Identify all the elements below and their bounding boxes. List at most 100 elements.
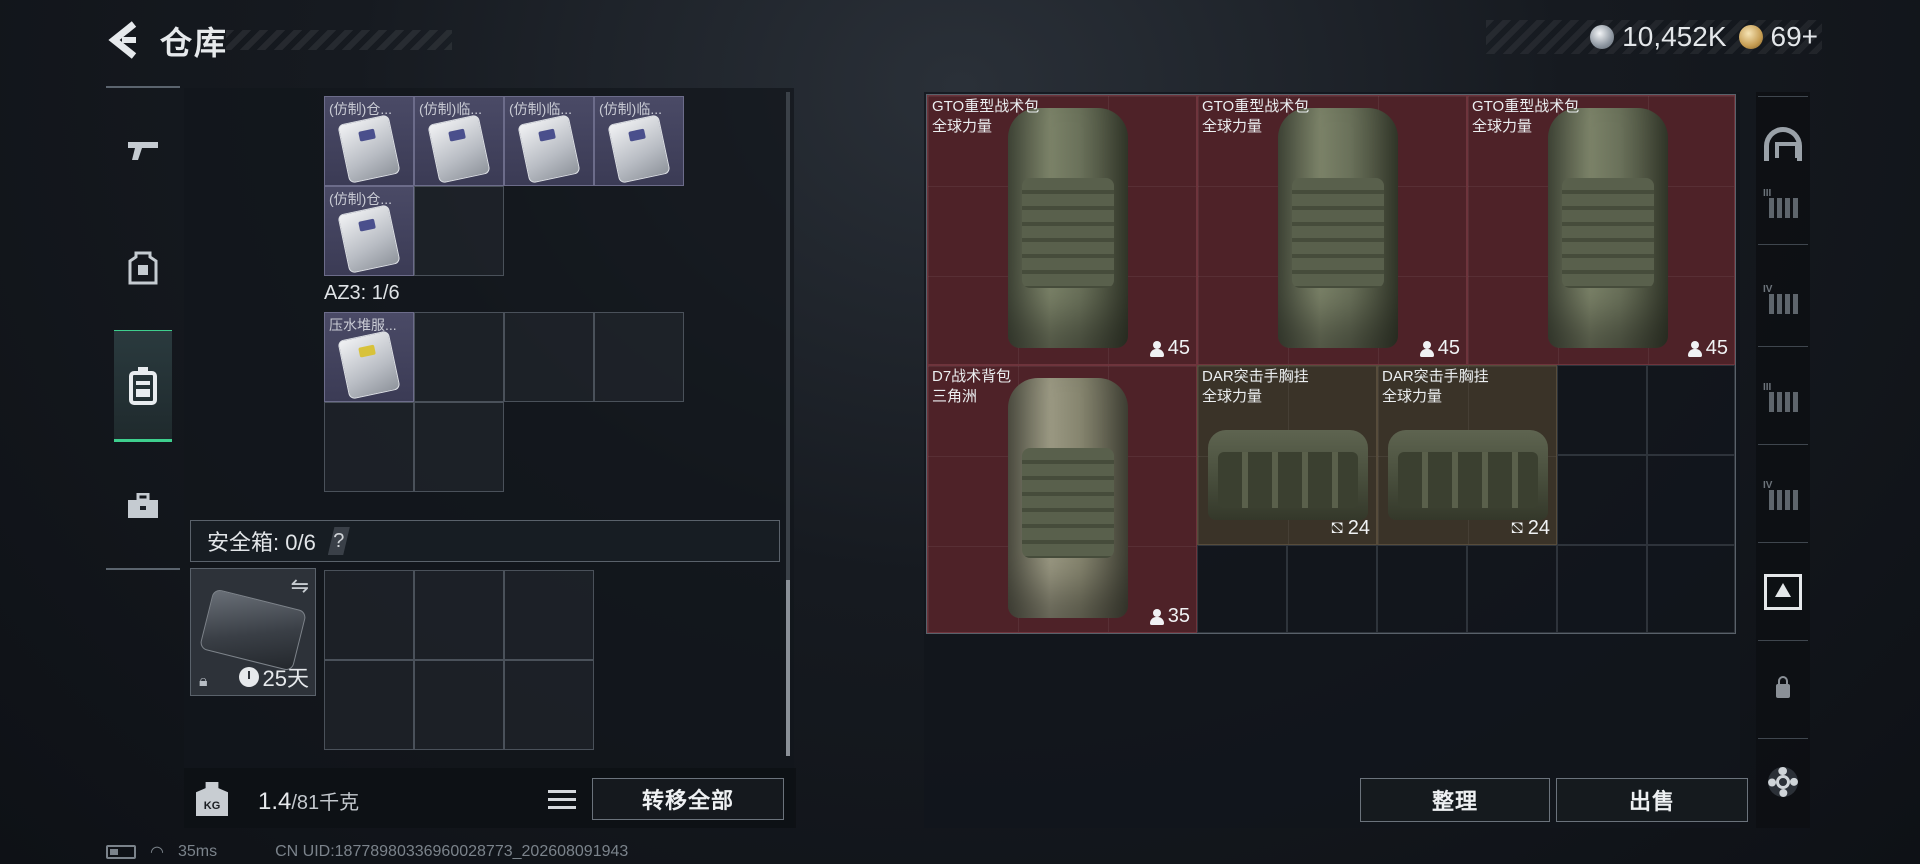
capacity-icon <box>1419 340 1434 357</box>
stash-slot[interactable] <box>1647 365 1735 455</box>
expiry-timer: 25天 <box>238 661 309 693</box>
reactor-suit-bag-icon <box>337 330 401 400</box>
empty-slot[interactable] <box>414 186 504 276</box>
stash-slot[interactable] <box>1377 545 1467 633</box>
backpack-icon <box>129 367 157 405</box>
gold-amount: 69+ <box>1770 21 1819 52</box>
stash-item-backpack[interactable]: D7战术背包 三角洲 35 <box>927 365 1197 633</box>
container-item[interactable]: (仿制)临... <box>594 96 684 186</box>
item-faction: 全球力量 <box>1472 118 1533 135</box>
nav-backpack[interactable] <box>114 330 172 442</box>
stash-slot[interactable] <box>1557 365 1647 455</box>
settings-button[interactable] <box>1758 754 1808 810</box>
item-faction: 全球力量 <box>1382 388 1443 405</box>
back-button[interactable] <box>104 18 144 62</box>
safe-slot[interactable] <box>504 570 594 660</box>
rig-level-icon <box>1763 480 1803 514</box>
stash-slot[interactable] <box>1197 545 1287 633</box>
filter-backpack-active[interactable] <box>1758 564 1808 620</box>
stash-slot[interactable] <box>1557 455 1647 545</box>
list-view-button[interactable] <box>542 782 578 816</box>
stash-slot[interactable] <box>1647 455 1735 545</box>
gold-currency[interactable]: 69+ <box>1738 21 1819 53</box>
sample-bag-icon <box>337 204 401 274</box>
safe-box-case[interactable]: ⇋ 🔒︎ 25天 <box>190 568 316 696</box>
safe-slot[interactable] <box>414 570 504 660</box>
capacity-icon <box>1687 340 1702 357</box>
filter-armor-4[interactable] <box>1758 276 1808 332</box>
swap-icon[interactable]: ⇋ <box>291 573 309 599</box>
stash-slot[interactable] <box>1557 545 1647 633</box>
safe-slot[interactable] <box>504 660 594 750</box>
empty-slot[interactable] <box>414 402 504 492</box>
page-title: 仓库 <box>160 25 229 61</box>
container-item[interactable]: (仿制)仓... <box>324 96 414 186</box>
divider <box>1758 244 1808 245</box>
organize-button[interactable]: 整理 <box>1360 778 1550 822</box>
gear-icon <box>1768 767 1798 797</box>
stash-slot[interactable] <box>1287 545 1377 633</box>
item-name: GTO重型战术包 <box>1472 98 1580 115</box>
capacity-badge: 45 <box>1149 337 1190 360</box>
stash-item-backpack[interactable]: GTO重型战术包 全球力量 45 <box>1197 95 1467 365</box>
nav-weapons[interactable] <box>106 110 180 190</box>
item-faction: 全球力量 <box>932 118 993 135</box>
az3-label: AZ3: 1/6 <box>324 282 400 304</box>
container-item[interactable]: 压水堆服... <box>324 312 414 402</box>
list-icon <box>554 789 576 793</box>
item-name: DAR突击手胸挂 <box>1382 368 1489 385</box>
rig-level-icon <box>1763 382 1803 416</box>
filter-armor-3[interactable] <box>1758 180 1808 236</box>
transfer-all-button[interactable]: 转移全部 <box>592 778 784 820</box>
chevron-left-icon <box>108 21 137 59</box>
stash-item-backpack[interactable]: GTO重型战术包 全球力量 45 <box>927 95 1197 365</box>
item-faction: 三角洲 <box>932 388 978 405</box>
filter-helmet[interactable] <box>1758 116 1808 172</box>
stash-item-backpack[interactable]: GTO重型战术包 全球力量 45 <box>1467 95 1735 365</box>
capacity-value: 24 <box>1347 517 1370 539</box>
chest-rig-image <box>1388 430 1548 520</box>
stash-slot[interactable] <box>1647 545 1735 633</box>
container-item[interactable]: (仿制)临... <box>504 96 594 186</box>
item-faction: 全球力量 <box>1202 388 1263 405</box>
scrollbar-thumb[interactable] <box>786 580 790 756</box>
container-item[interactable]: (仿制)临... <box>414 96 504 186</box>
filter-rig-3[interactable] <box>1758 374 1808 430</box>
help-icon[interactable]: ? <box>327 527 350 555</box>
divider <box>1758 444 1808 445</box>
stash-item-chest-rig[interactable]: DAR突击手胸挂 全球力量 ⛞ 24 <box>1197 365 1377 545</box>
item-name: D7战术背包 <box>932 368 1012 385</box>
empty-slot[interactable] <box>594 312 684 402</box>
capacity-icon <box>1149 340 1164 357</box>
safe-box-label: 安全箱: 0/6 <box>207 530 316 555</box>
sample-bag-icon <box>427 114 491 184</box>
stash-slot[interactable] <box>1467 545 1557 633</box>
nav-toolbox[interactable] <box>106 466 180 546</box>
capacity-icon <box>1149 608 1164 625</box>
safe-slot[interactable] <box>324 660 414 750</box>
filter-rig-4[interactable] <box>1758 472 1808 528</box>
divider <box>1758 346 1808 347</box>
divider <box>1758 640 1808 641</box>
divider <box>1758 96 1808 97</box>
nav-gear[interactable] <box>106 228 180 308</box>
sample-bag-icon <box>607 114 671 184</box>
armor-level-icon <box>1763 188 1803 222</box>
silver-coin-icon <box>1590 25 1615 49</box>
armor-level-icon <box>1763 284 1803 318</box>
timer-text: 25天 <box>262 666 309 691</box>
empty-slot[interactable] <box>504 312 594 402</box>
safe-slot[interactable] <box>414 660 504 750</box>
silver-currency[interactable]: 10,452K <box>1590 21 1727 53</box>
empty-slot[interactable] <box>324 402 414 492</box>
item-name: GTO重型战术包 <box>1202 98 1310 115</box>
empty-slot[interactable] <box>414 312 504 402</box>
heavy-backpack-image <box>1548 108 1668 348</box>
capacity-value: 45 <box>1705 337 1728 359</box>
stash-item-chest-rig[interactable]: DAR突击手胸挂 全球力量 ⛞ 24 <box>1377 365 1557 545</box>
safe-slot[interactable] <box>324 570 414 660</box>
container-item[interactable]: (仿制)仓... <box>324 186 414 276</box>
sell-button[interactable]: 出售 <box>1556 778 1748 822</box>
nav-divider-top <box>106 86 180 88</box>
item-label: 压水堆服... <box>329 317 397 333</box>
